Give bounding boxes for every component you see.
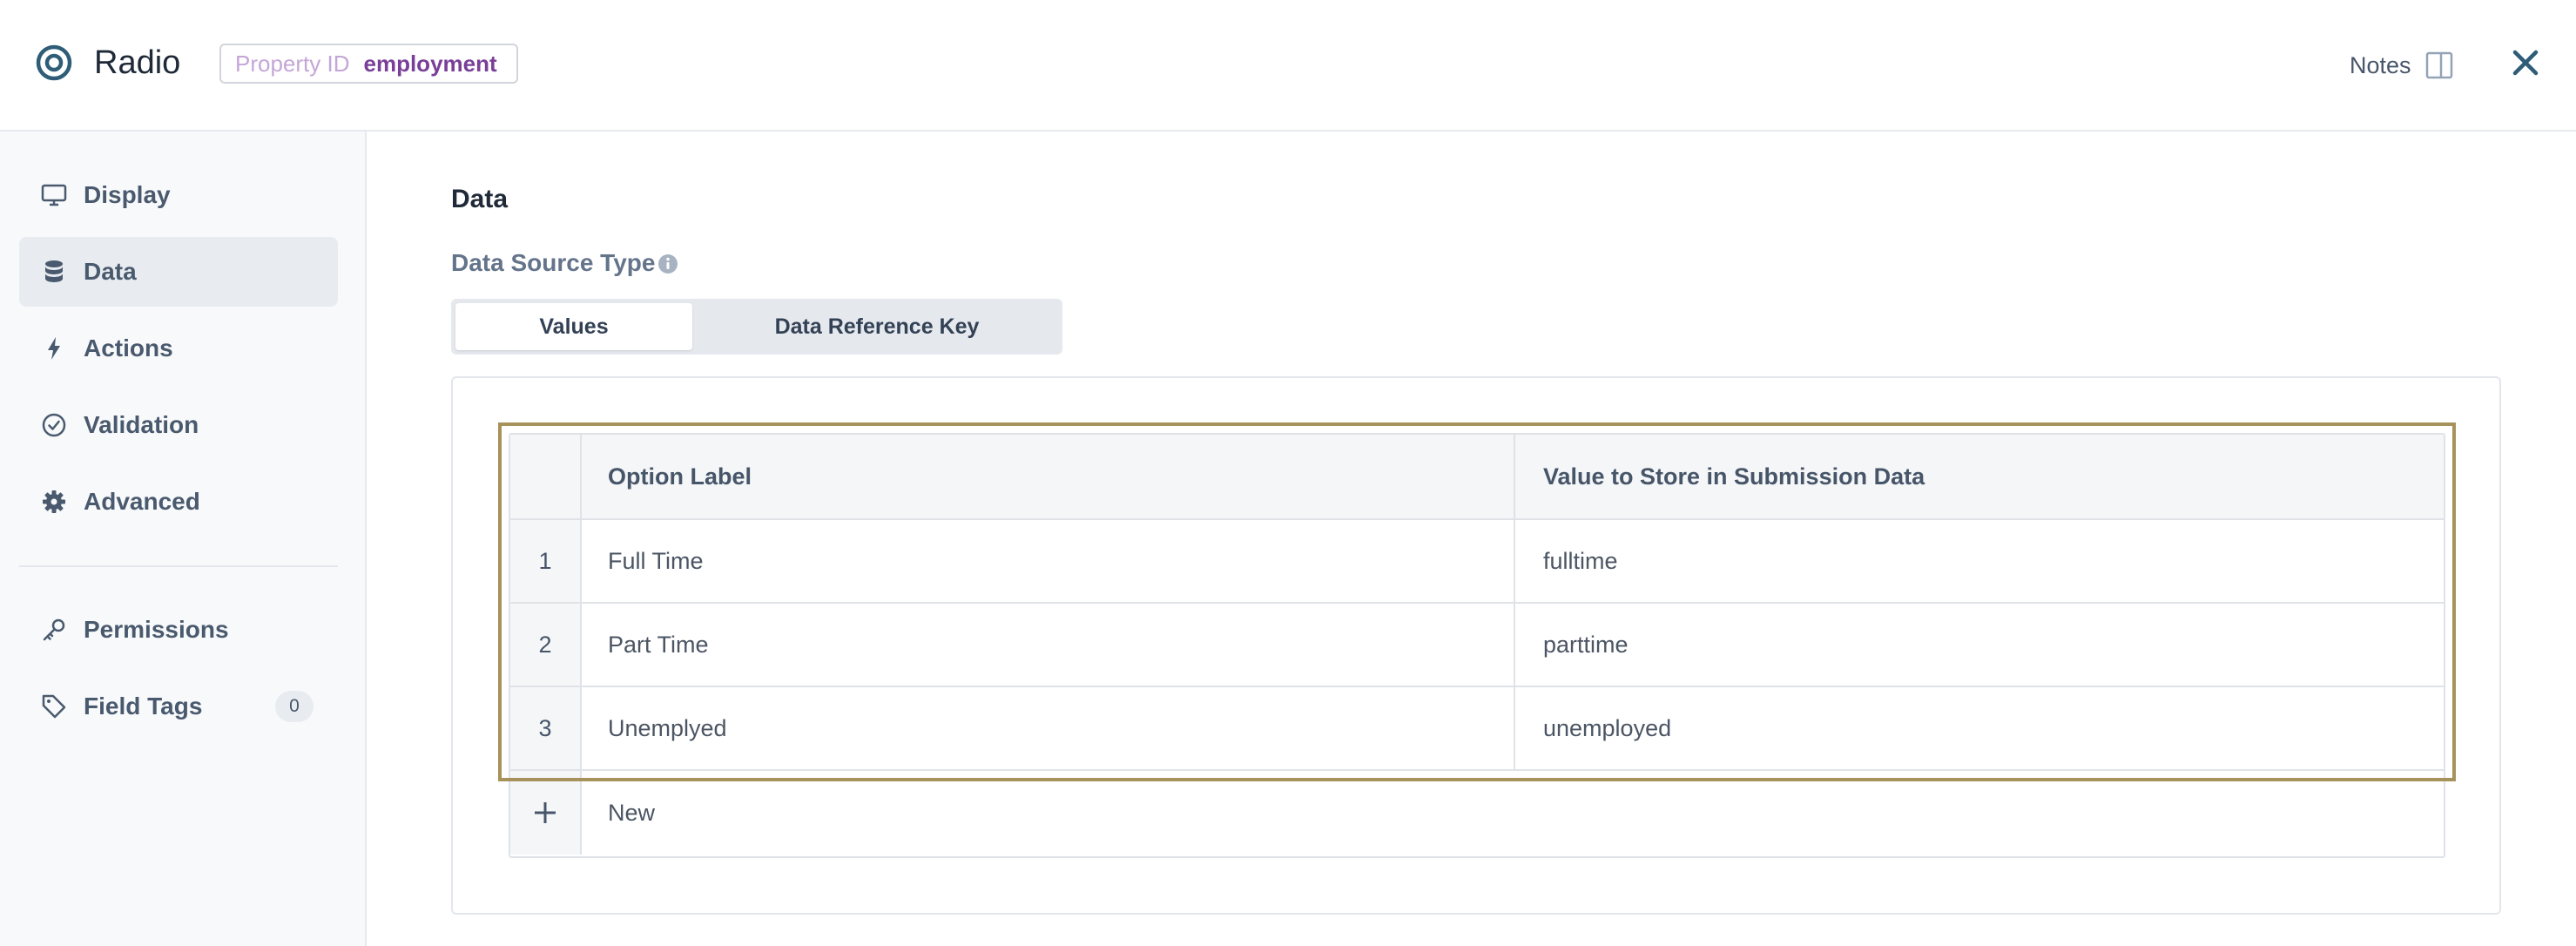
segment-data-reference-key[interactable]: Data Reference Key	[696, 303, 1058, 350]
option-label-header: Option Label	[582, 435, 1515, 518]
check-circle-icon	[40, 411, 68, 439]
row-number: 1	[510, 520, 582, 602]
property-id-badge[interactable]: Property ID employment	[219, 44, 518, 84]
table-row[interactable]: 1 Full Time fulltime	[510, 520, 2444, 604]
tag-icon	[40, 693, 68, 720]
sidebar-item-advanced[interactable]: Advanced	[19, 467, 338, 537]
notes-toggle-label[interactable]: Notes	[2350, 51, 2411, 80]
segment-values[interactable]: Values	[455, 303, 692, 350]
add-new-row[interactable]: New	[510, 771, 2444, 855]
option-value-cell[interactable]: fulltime	[1515, 520, 2444, 602]
option-label-cell[interactable]: Unemplyed	[582, 687, 1515, 769]
option-label-cell[interactable]: Part Time	[582, 604, 1515, 686]
row-number-header	[510, 435, 582, 518]
monitor-icon	[40, 181, 68, 209]
notes-panel-icon[interactable]	[2424, 51, 2454, 80]
plus-icon[interactable]	[510, 771, 582, 855]
gear-icon	[40, 488, 68, 516]
table-row[interactable]: 3 Unemplyed unemployed	[510, 687, 2444, 771]
property-id-value: employment	[363, 51, 497, 77]
sidebar-item-actions[interactable]: Actions	[19, 314, 338, 383]
sidebar-item-label: Validation	[84, 411, 199, 438]
sidebar-item-label: Display	[84, 181, 171, 208]
table-row[interactable]: 2 Part Time parttime	[510, 604, 2444, 687]
new-row-label[interactable]: New	[582, 771, 2444, 855]
close-icon[interactable]	[2508, 45, 2543, 80]
row-number: 2	[510, 604, 582, 686]
option-value-cell[interactable]: unemployed	[1515, 687, 2444, 769]
modal-title: Radio	[94, 44, 181, 81]
data-source-type-toggle: Values Data Reference Key	[451, 299, 1062, 355]
sidebar-item-validation[interactable]: Validation	[19, 390, 338, 460]
sidebar-item-field-tags[interactable]: Field Tags 0	[19, 672, 338, 741]
lightning-icon	[40, 334, 68, 362]
options-table: Option Label Value to Store in Submissio…	[509, 433, 2445, 858]
sidebar-item-label: Advanced	[84, 488, 200, 515]
section-title: Data	[451, 185, 509, 213]
sidebar-item-label: Field Tags	[84, 693, 203, 720]
sidebar-item-label: Actions	[84, 334, 173, 362]
info-icon[interactable]	[657, 253, 679, 275]
table-header-row: Option Label Value to Store in Submissio…	[510, 435, 2444, 520]
option-label-cell[interactable]: Full Time	[582, 520, 1515, 602]
database-icon	[40, 258, 68, 286]
key-icon	[40, 616, 68, 644]
sidebar-item-data[interactable]: Data	[19, 237, 338, 307]
sidebar-item-label: Permissions	[84, 616, 229, 643]
value-header: Value to Store in Submission Data	[1515, 435, 2444, 518]
data-source-type-label: Data Source Type	[451, 249, 656, 276]
sidebar-item-display[interactable]: Display	[19, 160, 338, 230]
settings-sidebar: Display Data Actions Validation Advanced…	[0, 132, 367, 946]
row-number: 3	[510, 687, 582, 769]
field-tags-count-badge: 0	[275, 691, 314, 722]
modal-header: Radio Property ID employment Notes	[0, 0, 2576, 132]
sidebar-divider	[19, 565, 338, 567]
radio-button-icon	[36, 44, 72, 81]
sidebar-item-permissions[interactable]: Permissions	[19, 595, 338, 665]
sidebar-item-label: Data	[84, 258, 137, 285]
option-value-cell[interactable]: parttime	[1515, 604, 2444, 686]
property-id-label: Property ID	[235, 51, 350, 77]
